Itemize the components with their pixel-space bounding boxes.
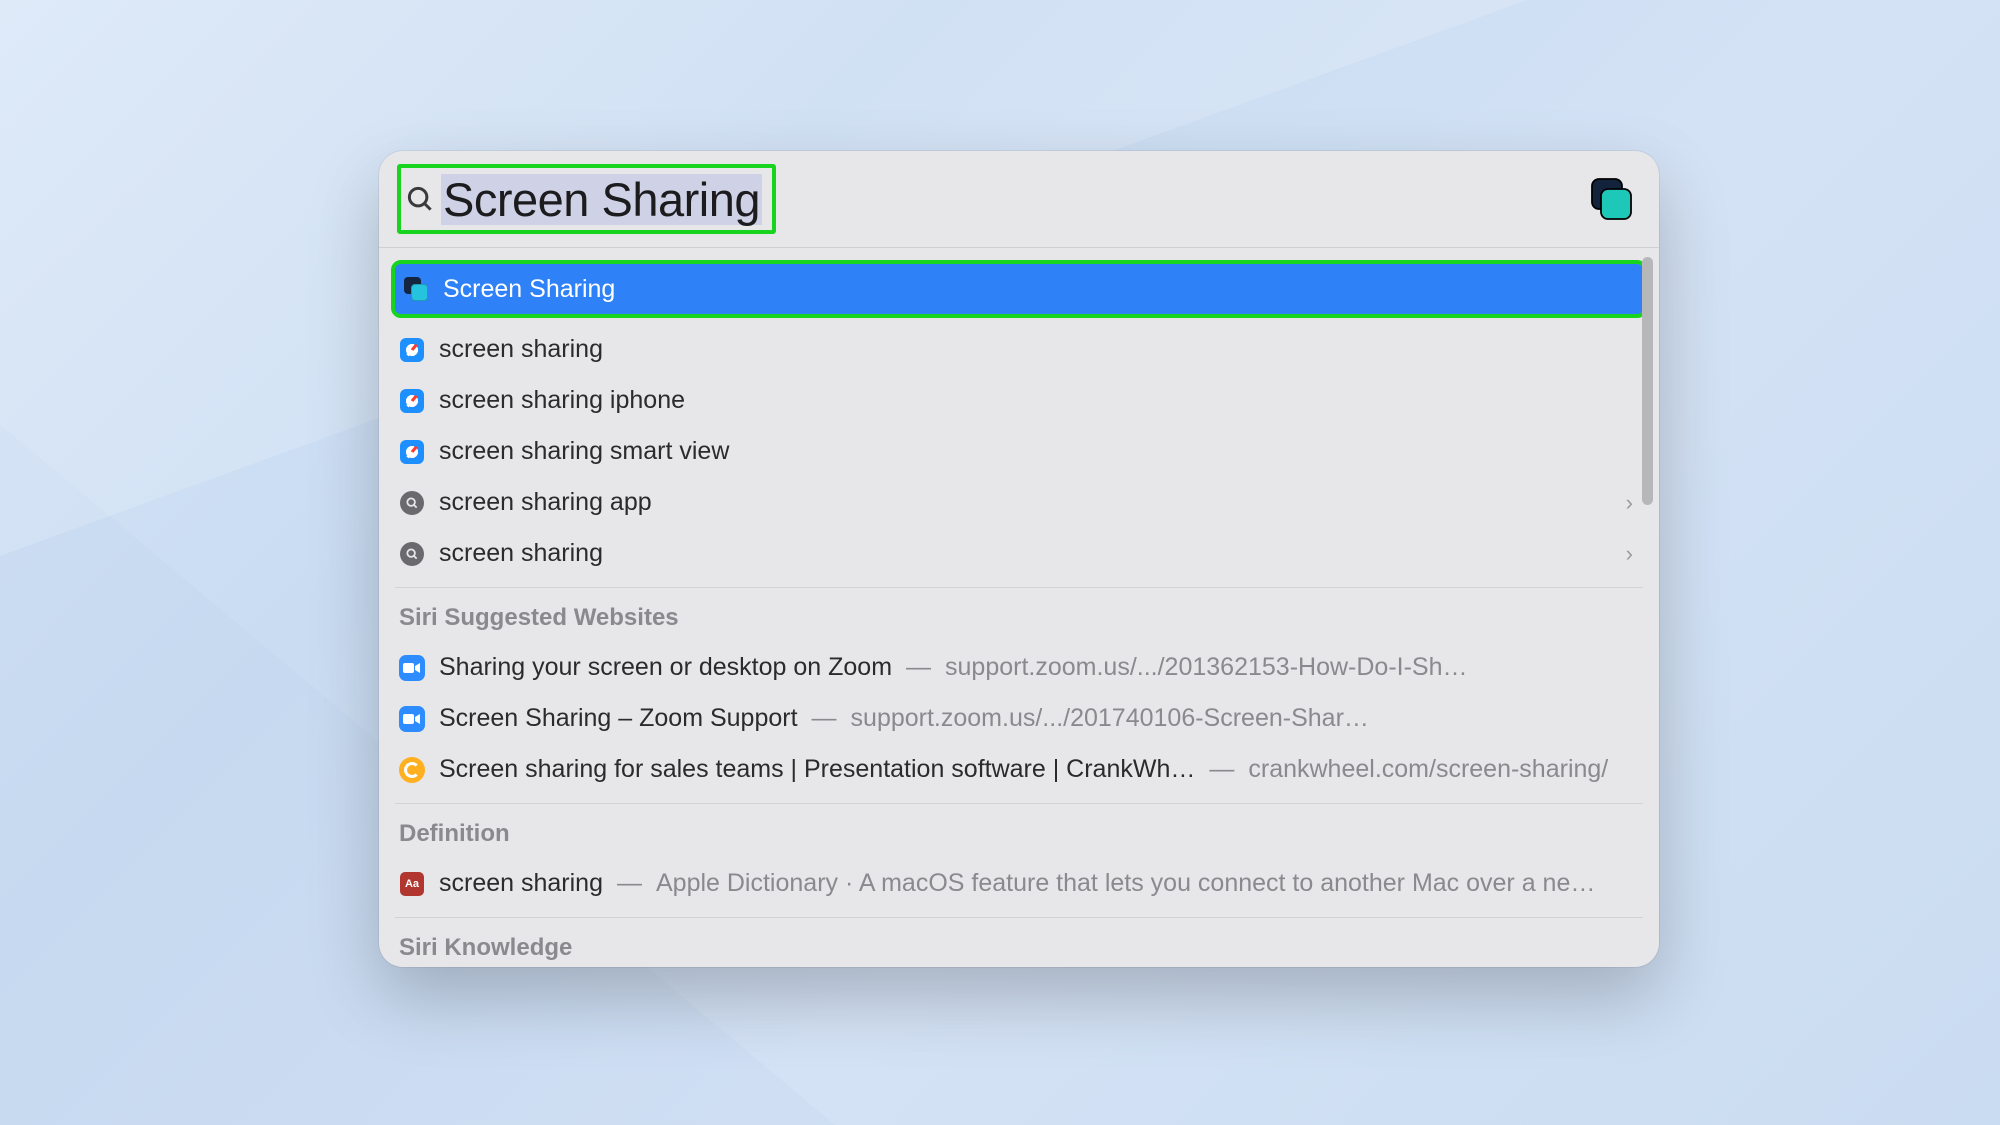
- definition-sep: —: [617, 869, 642, 898]
- safari-icon: [399, 439, 425, 465]
- top-hit-label: Screen Sharing: [443, 275, 615, 304]
- chevron-right-icon: ›: [1626, 490, 1633, 516]
- suggestion-label: screen sharing iphone: [439, 386, 685, 415]
- website-url: crankwheel.com/screen-sharing/: [1248, 755, 1608, 784]
- siri-search-icon: [399, 541, 425, 567]
- suggestion-label: screen sharing smart view: [439, 437, 729, 466]
- zoom-icon: [399, 706, 425, 732]
- website-row[interactable]: Screen sharing for sales teams | Present…: [391, 744, 1647, 795]
- website-sep: —: [906, 653, 931, 682]
- suggestion-row[interactable]: screen sharing ›: [391, 528, 1647, 579]
- website-sep: —: [1209, 755, 1234, 784]
- definition-term: screen sharing: [439, 869, 603, 898]
- website-row[interactable]: Screen Sharing – Zoom Support — support.…: [391, 693, 1647, 744]
- scrollbar-thumb[interactable]: [1642, 257, 1653, 505]
- siri-search-icon: [399, 490, 425, 516]
- definition-body: Apple Dictionary · A macOS feature that …: [656, 869, 1595, 898]
- website-title: Screen Sharing – Zoom Support: [439, 704, 798, 733]
- zoom-icon: [399, 655, 425, 681]
- suggestion-row[interactable]: screen sharing app ›: [391, 477, 1647, 528]
- search-icon: [405, 184, 435, 214]
- definition-row[interactable]: Aa screen sharing — Apple Dictionary · A…: [391, 858, 1647, 909]
- spotlight-window: Screen Sharing Screen Sharing screen sha…: [379, 151, 1659, 967]
- suggestion-label: screen sharing: [439, 539, 603, 568]
- search-row: Screen Sharing: [379, 151, 1659, 248]
- website-title: Sharing your screen or desktop on Zoom: [439, 653, 892, 682]
- website-sep: —: [812, 704, 837, 733]
- suggestion-label: screen sharing: [439, 335, 603, 364]
- results-list: Screen Sharing screen sharing screen sha…: [379, 248, 1659, 967]
- screen-sharing-icon: [403, 276, 429, 302]
- safari-icon: [399, 388, 425, 414]
- suggestion-row[interactable]: screen sharing smart view: [391, 426, 1647, 477]
- section-title-websites: Siri Suggested Websites: [391, 588, 1647, 642]
- suggestion-row[interactable]: screen sharing: [391, 324, 1647, 375]
- suggestion-label: screen sharing app: [439, 488, 652, 517]
- website-url: support.zoom.us/.../201362153-How-Do-I-S…: [945, 653, 1467, 682]
- safari-icon: [399, 337, 425, 363]
- search-field-highlight[interactable]: Screen Sharing: [397, 164, 776, 234]
- section-title-knowledge: Siri Knowledge: [391, 918, 1647, 967]
- crankwheel-icon: [399, 757, 425, 783]
- suggestion-row[interactable]: screen sharing iphone: [391, 375, 1647, 426]
- dictionary-icon: Aa: [399, 871, 425, 897]
- screen-sharing-app-icon: [1587, 175, 1635, 223]
- section-title-definition: Definition: [391, 804, 1647, 858]
- website-row[interactable]: Sharing your screen or desktop on Zoom —…: [391, 642, 1647, 693]
- search-input[interactable]: Screen Sharing: [441, 174, 762, 225]
- website-url: support.zoom.us/.../201740106-Screen-Sha…: [851, 704, 1369, 733]
- website-title: Screen sharing for sales teams | Present…: [439, 755, 1195, 784]
- chevron-right-icon: ›: [1626, 541, 1633, 567]
- top-hit-row[interactable]: Screen Sharing: [391, 260, 1647, 318]
